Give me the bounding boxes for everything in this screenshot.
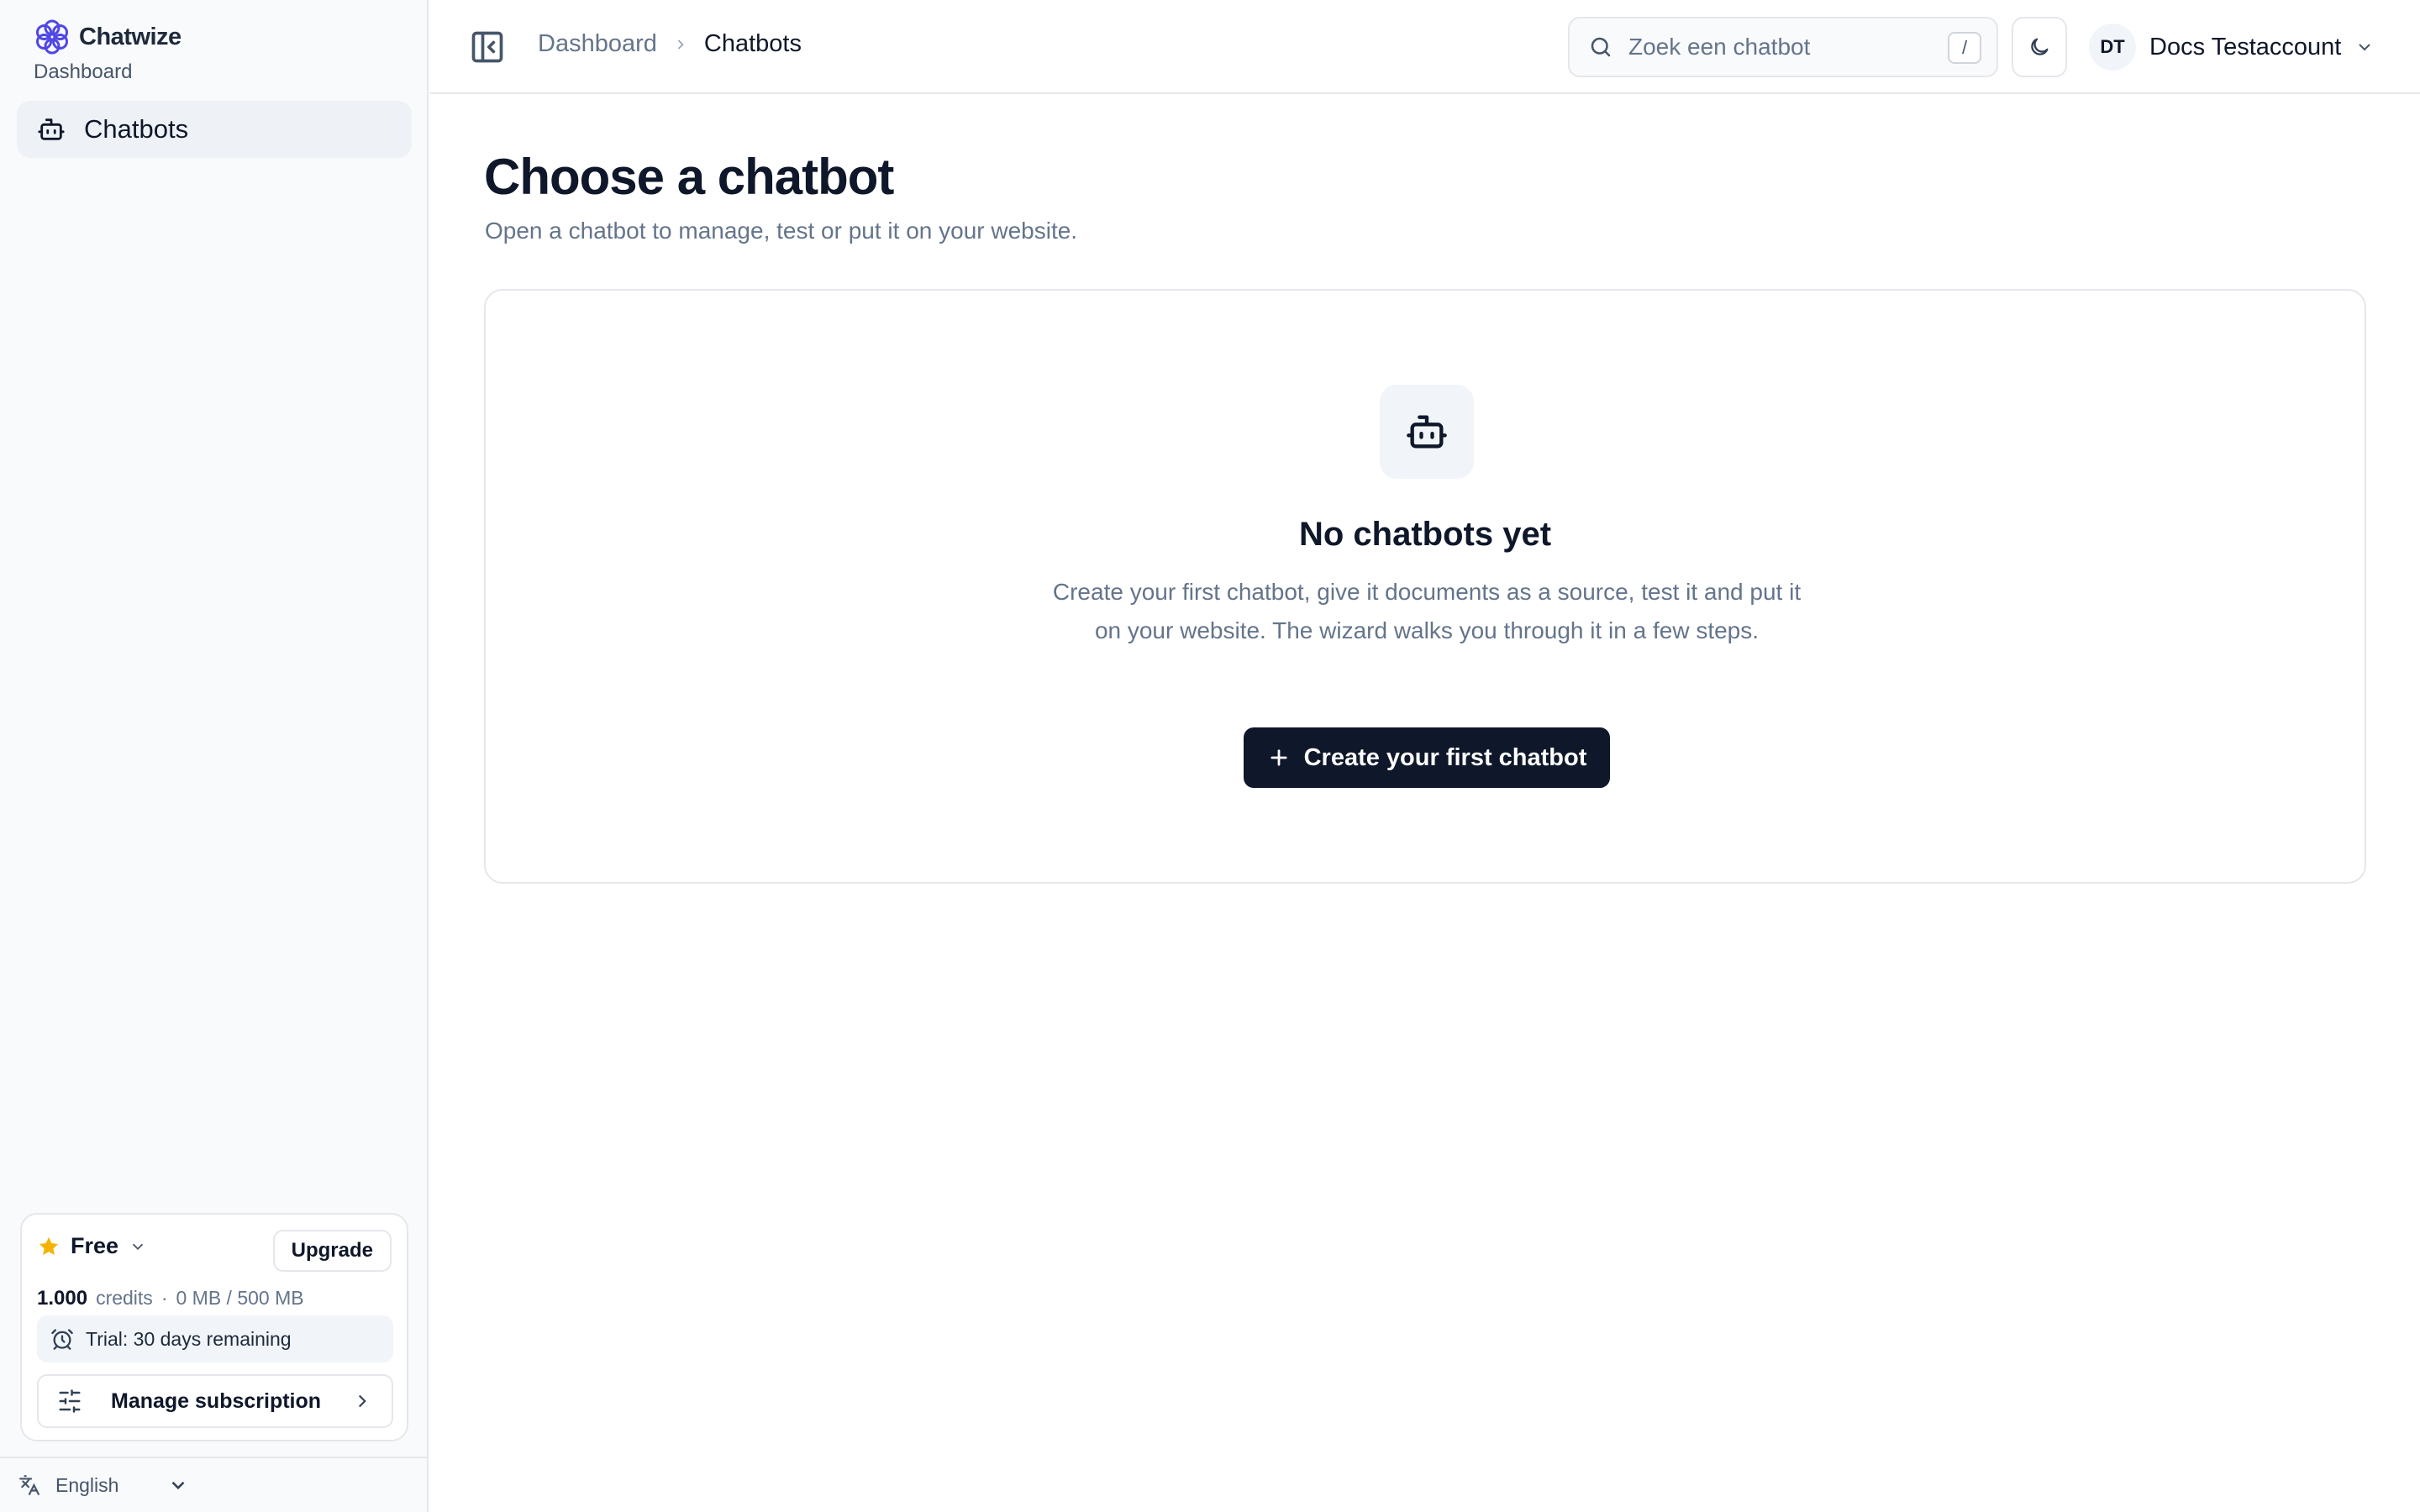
create-first-chatbot-label: Create your first chatbot bbox=[1303, 743, 1587, 771]
storage-usage: 0 MB / 500 MB bbox=[176, 1287, 304, 1309]
credits-value: 1.000 bbox=[37, 1287, 88, 1310]
chevron-right-icon bbox=[358, 1394, 366, 1408]
plus-icon bbox=[1270, 749, 1287, 766]
separator: · bbox=[160, 1287, 168, 1309]
empty-state-title: No chatbots yet bbox=[1298, 516, 1552, 553]
empty-state-icon-box bbox=[1380, 385, 1474, 479]
empty-state-card: No chatbots yet Create your first chatbo… bbox=[484, 289, 2366, 884]
bot-icon bbox=[1407, 415, 1447, 449]
credits-label: credits bbox=[96, 1287, 153, 1309]
app-name: Chatwize bbox=[79, 23, 182, 50]
search-input[interactable]: Zoek een chatbot / bbox=[1568, 17, 1998, 77]
chevron-down-icon bbox=[172, 1481, 185, 1490]
account-name: Docs Testaccount bbox=[2149, 33, 2342, 60]
moon-icon bbox=[2031, 38, 2049, 55]
breadcrumb-dashboard[interactable]: Dashboard bbox=[538, 30, 657, 58]
manage-subscription-button[interactable]: Manage subscription bbox=[37, 1374, 393, 1428]
top-bar: Dashboard Chatbots Zoek een chatbot / DT… bbox=[430, 0, 2420, 94]
sliders-icon bbox=[59, 1389, 81, 1413]
translate-icon bbox=[19, 1475, 39, 1495]
breadcrumb-chatbots: Chatbots bbox=[703, 30, 802, 57]
sidebar-item-chatbots[interactable]: Chatbots bbox=[17, 101, 412, 158]
language-label: English bbox=[55, 1473, 119, 1496]
trial-text: Trial: 30 days remaining bbox=[86, 1327, 292, 1350]
chevron-down-icon bbox=[132, 1243, 144, 1250]
search-icon bbox=[1591, 37, 1611, 57]
create-first-chatbot-button[interactable]: Create your first chatbot bbox=[1244, 727, 1610, 788]
sidebar: Chatwize Dashboard Chatbots Free Upgrade… bbox=[0, 0, 429, 1512]
search-placeholder: Zoek een chatbot bbox=[1628, 34, 1811, 60]
alarm-clock-icon bbox=[51, 1329, 73, 1350]
empty-state-description: Create your first chatbot, give it docum… bbox=[1052, 579, 1802, 643]
plan-card: Free Upgrade 1.000 credits · 0 MB / 500 … bbox=[20, 1213, 408, 1441]
chatwize-logo-icon bbox=[36, 19, 68, 55]
upgrade-button[interactable]: Upgrade bbox=[272, 1230, 392, 1272]
account-menu[interactable]: DT Docs Testaccount bbox=[2089, 24, 2375, 71]
search-shortcut-key: / bbox=[1948, 32, 1981, 64]
app-subtitle: Dashboard bbox=[34, 60, 133, 83]
theme-toggle-button[interactable] bbox=[2012, 17, 2067, 77]
page-subtitle: Open a chatbot to manage, test or put it… bbox=[485, 218, 1078, 244]
language-selector[interactable]: English bbox=[0, 1457, 427, 1512]
page-title: Choose a chatbot bbox=[484, 149, 894, 205]
chevron-right-icon bbox=[677, 39, 684, 50]
chevron-down-icon bbox=[2359, 44, 2371, 51]
breadcrumb: Dashboard Chatbots bbox=[538, 30, 802, 58]
plan-name: Free bbox=[71, 1233, 119, 1258]
plan-selector[interactable]: Free bbox=[37, 1233, 147, 1259]
manage-subscription-label: Manage subscription bbox=[111, 1389, 322, 1413]
brand[interactable]: Chatwize bbox=[32, 17, 182, 57]
credits-row: 1.000 credits · 0 MB / 500 MB bbox=[37, 1287, 304, 1310]
trial-badge: Trial: 30 days remaining bbox=[37, 1315, 393, 1362]
bot-icon bbox=[38, 118, 65, 140]
star-icon bbox=[39, 1236, 59, 1255]
avatar: DT bbox=[2089, 24, 2136, 71]
sidebar-toggle-icon[interactable] bbox=[469, 29, 506, 66]
sidebar-item-label: Chatbots bbox=[84, 114, 189, 144]
